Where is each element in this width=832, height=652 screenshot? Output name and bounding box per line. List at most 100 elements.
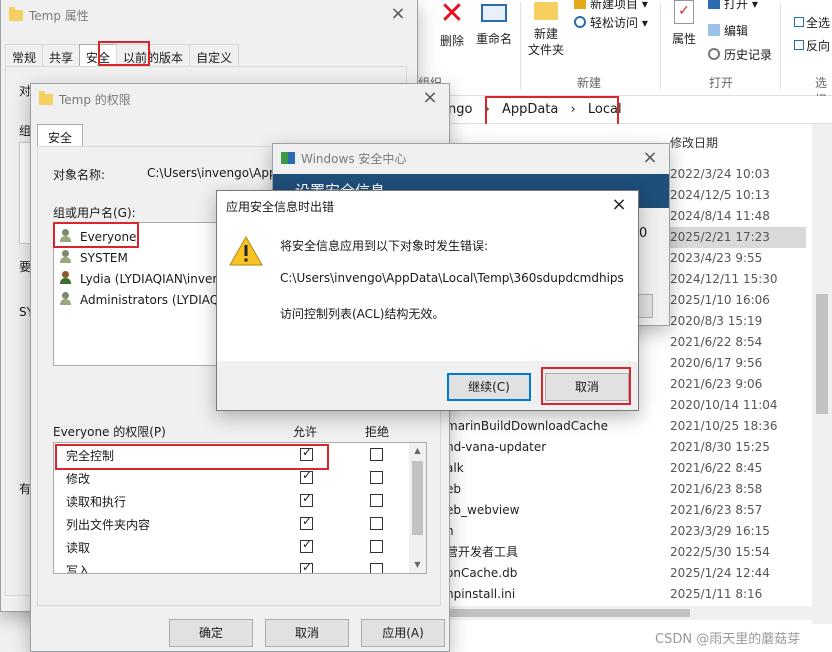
shield-icon xyxy=(281,152,295,164)
allow-checkbox[interactable] xyxy=(300,468,313,484)
open-button[interactable]: 打开 ▾ xyxy=(708,0,758,12)
deny-checkbox[interactable] xyxy=(370,563,383,573)
permission-name: 读取和执行 xyxy=(66,495,127,509)
allow-header: 允许 xyxy=(293,425,318,439)
user-name: SYSTEM xyxy=(80,251,128,265)
date-cell: 2021/10/25 18:36 xyxy=(670,419,778,433)
easy-access-label: 轻松访问 ▾ xyxy=(590,16,648,30)
delete-icon: ✕ xyxy=(439,0,465,31)
user-item-lydia[interactable]: Lydia (LYDIAQIAN\invengo) xyxy=(60,271,240,286)
properties-button[interactable]: ✓ 属性 xyxy=(666,0,702,50)
allow-checkbox[interactable] xyxy=(300,560,313,573)
security-center-titlebar: Windows 安全中心 xyxy=(273,144,669,172)
file-name-cell[interactable]: n xyxy=(446,521,608,542)
scroll-up-icon[interactable]: ▲ xyxy=(409,443,426,459)
date-cell: 2024/8/14 11:48 xyxy=(670,209,770,223)
users-group-icon xyxy=(60,250,76,264)
error-title: 应用安全信息时出错 xyxy=(226,199,335,214)
allow-checkbox[interactable] xyxy=(300,514,313,530)
permissions-title: Temp 的权限 xyxy=(59,92,131,107)
easy-access-icon xyxy=(574,16,586,28)
users-group-icon xyxy=(60,292,76,306)
date-cell: 2021/6/23 8:58 xyxy=(670,482,763,496)
delete-button[interactable]: ✕ 删除 xyxy=(432,0,472,50)
permissions-scrollbar[interactable]: ▲ ▼ xyxy=(409,443,426,573)
file-name-cell[interactable]: onCache.db xyxy=(446,563,608,584)
new-folder-button[interactable]: 新建 文件夹 xyxy=(526,0,566,64)
full-control-highlight xyxy=(55,444,329,470)
cancel-highlight xyxy=(541,367,631,405)
file-name-cell[interactable]: npinstall.ini xyxy=(446,584,608,605)
address-partial: ngo xyxy=(448,102,473,117)
permission-name: 写入 xyxy=(66,564,91,574)
file-name-cell[interactable]: nd-vana-updater xyxy=(446,437,608,458)
properties-icon: ✓ xyxy=(674,0,694,24)
date-cell: 2023/4/23 9:55 xyxy=(670,251,763,265)
deny-checkbox[interactable] xyxy=(370,517,383,530)
new-item-button[interactable]: 新建项目 ▾ xyxy=(574,0,648,12)
error-message: 将安全信息应用到以下对象时发生错误: xyxy=(280,239,489,253)
window-title: Temp 属性 xyxy=(29,8,89,23)
error-detail: 访问控制列表(ACL)结构无效。 xyxy=(280,307,445,321)
group-open-label: 打开 xyxy=(709,76,734,90)
temp-properties-titlebar: Temp 属性 xyxy=(1,0,417,30)
deny-checkbox[interactable] xyxy=(370,448,383,461)
date-cell: 2022/5/30 15:54 xyxy=(670,545,770,559)
date-cell: 2025/2/21 17:23 xyxy=(670,230,770,244)
scroll-down-icon[interactable]: ▼ xyxy=(409,557,426,573)
close-button[interactable]: × xyxy=(641,149,659,167)
user-item-system[interactable]: SYSTEM xyxy=(60,250,128,265)
file-name-cell[interactable]: 营开发者工具 xyxy=(446,542,608,563)
date-cell: 2024/12/11 15:30 xyxy=(670,272,778,286)
date-list: 2022/3/24 10:03 2024/12/5 10:13 2024/8/14 … xyxy=(670,164,778,605)
permission-row: 读取和执行 xyxy=(54,489,426,512)
date-cell: 2025/1/11 8:16 xyxy=(670,587,763,601)
file-name-cell[interactable]: eb xyxy=(446,479,608,500)
deny-checkbox[interactable] xyxy=(370,540,383,553)
warning-icon xyxy=(229,235,263,267)
allow-checkbox[interactable] xyxy=(300,537,313,553)
history-icon xyxy=(708,48,720,60)
history-button[interactable]: 历史记录 xyxy=(708,46,772,63)
permission-name: 列出文件夹内容 xyxy=(66,518,151,532)
rename-button[interactable]: 重命名 xyxy=(472,0,516,50)
scroll-thumb[interactable] xyxy=(412,461,423,535)
edit-icon xyxy=(708,24,720,36)
scroll-thumb[interactable] xyxy=(816,294,828,414)
new-folder-icon xyxy=(534,2,558,20)
easy-access-button[interactable]: 轻松访问 ▾ xyxy=(574,14,648,31)
select-all-label: 全选 xyxy=(806,16,831,30)
address-highlight xyxy=(485,96,619,126)
allow-checkbox[interactable] xyxy=(300,491,313,507)
user-icon xyxy=(60,271,76,285)
permissions-titlebar: Temp 的权限 xyxy=(31,84,449,114)
date-cell: 2025/1/10 16:06 xyxy=(670,293,770,307)
deny-checkbox[interactable] xyxy=(370,494,383,507)
select-all-button[interactable]: 全选 xyxy=(794,14,830,31)
continue-button[interactable]: 继续(C) xyxy=(447,373,531,401)
ok-button[interactable]: 确定 xyxy=(169,619,253,647)
close-button[interactable]: × xyxy=(610,196,628,214)
hscroll-thumb[interactable] xyxy=(440,609,690,617)
cancel-button[interactable]: 取消 xyxy=(265,619,349,647)
file-name-cell[interactable]: marinBuildDownloadCache xyxy=(446,416,608,437)
file-name-list: marinBuildDownloadCache nd-vana-updater al… xyxy=(446,416,608,605)
watermark: CSDN @雨天里的蘑菇芽 xyxy=(655,632,801,647)
edit-button[interactable]: 编辑 xyxy=(708,22,748,39)
date-cell: 2020/10/14 11:04 xyxy=(670,398,778,412)
vertical-scrollbar[interactable] xyxy=(812,124,832,624)
invert-selection-button[interactable]: 反向 xyxy=(794,37,830,54)
close-button[interactable]: × xyxy=(389,5,407,23)
apply-button[interactable]: 应用(A) xyxy=(361,619,445,647)
date-cell: 2023/3/29 16:15 xyxy=(670,524,770,538)
deny-header: 拒绝 xyxy=(365,425,390,439)
close-button[interactable]: × xyxy=(421,89,439,107)
horizontal-scrollbar[interactable] xyxy=(440,606,812,620)
date-cell: 2022/3/24 10:03 xyxy=(670,167,770,181)
error-path: C:\Users\invengo\AppData\Local\Temp\360s… xyxy=(280,271,624,285)
permission-row: 写入 xyxy=(54,558,426,574)
deny-checkbox[interactable] xyxy=(370,471,383,484)
file-name-cell[interactable]: eb_webview xyxy=(446,500,608,521)
file-name-cell[interactable]: alk xyxy=(446,458,608,479)
date-column-header[interactable]: 修改日期 xyxy=(670,134,718,151)
